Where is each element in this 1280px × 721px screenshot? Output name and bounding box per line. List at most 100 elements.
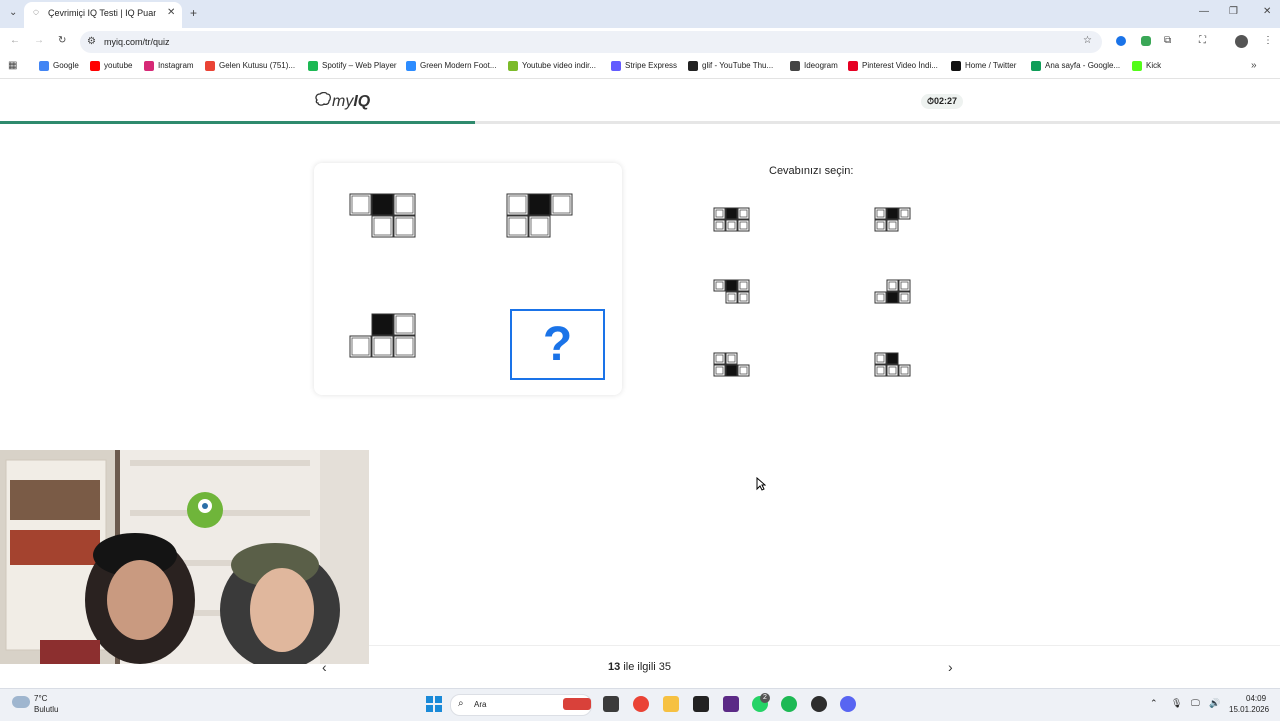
clock-date[interactable]: 15.01.2026 <box>1229 705 1269 714</box>
microphone-icon[interactable]: 🎙 <box>1171 698 1182 709</box>
logo-iq: IQ <box>353 93 371 110</box>
empty-cell <box>528 215 551 238</box>
weather-temp[interactable]: 7°C <box>34 694 47 703</box>
bookmark-item[interactable]: Gelen Kutusu (751)... <box>205 61 295 71</box>
search-label: Ara <box>474 700 487 709</box>
network-icon[interactable]: 🖵 <box>1191 698 1200 709</box>
extension-icon[interactable] <box>1141 36 1151 46</box>
discord-icon[interactable] <box>840 696 856 712</box>
bookmark-label: Home / Twitter <box>965 61 1017 71</box>
bookmark-label: Spotify – Web Player <box>322 61 397 71</box>
filled-cell <box>725 207 738 220</box>
new-tab-icon[interactable]: + <box>190 6 197 20</box>
bookmark-item[interactable]: Spotify – Web Player <box>308 61 397 71</box>
whatsapp-badge: 2 <box>760 693 770 703</box>
answer-option-2[interactable] <box>874 207 924 233</box>
address-bar[interactable] <box>80 31 1102 53</box>
capcut-icon[interactable] <box>693 696 709 712</box>
next-question-icon[interactable]: › <box>948 659 953 675</box>
more-menu-icon[interactable]: ⋮ <box>1263 35 1273 46</box>
more-bookmarks-icon[interactable]: » <box>1251 60 1257 71</box>
bookmark-item[interactable]: glif - YouTube Thu... <box>688 61 773 71</box>
bookmark-item[interactable]: Green Modern Foot... <box>406 61 496 71</box>
choose-answer-label: Cevabınızı seçin: <box>769 165 854 177</box>
windows-start-icon[interactable] <box>426 696 442 712</box>
total-questions: 35 <box>658 661 672 673</box>
tab-close-icon[interactable]: ✕ <box>167 7 175 18</box>
task-view-icon[interactable] <box>603 696 619 712</box>
webcam-overlay <box>0 450 369 664</box>
filled-cell <box>886 352 899 365</box>
premiere-icon[interactable] <box>723 696 739 712</box>
extension-icon[interactable] <box>1116 36 1126 46</box>
tab-list-icon[interactable]: ⌄ <box>9 7 17 18</box>
bookmark-item[interactable]: youtube <box>90 61 132 71</box>
obs-icon[interactable] <box>811 696 827 712</box>
bookmark-label: Pinterest Video İndi... <box>862 61 938 71</box>
bookmark-item[interactable]: Google <box>39 61 79 71</box>
bookmark-item[interactable]: Instagram <box>144 61 194 71</box>
chrome-icon[interactable] <box>633 696 649 712</box>
current-question: 13 <box>608 661 621 673</box>
bookmark-favicon-icon <box>611 61 621 71</box>
answer-option-3[interactable] <box>713 279 763 305</box>
minimize-icon[interactable]: — <box>1199 6 1209 17</box>
bookmark-label: Ideogram <box>804 61 838 71</box>
empty-cell <box>393 313 416 336</box>
window-close-icon[interactable]: ✕ <box>1263 6 1271 17</box>
bookmark-star-icon[interactable]: ☆ <box>1083 35 1092 46</box>
missing-cell: ? <box>510 309 605 380</box>
url-text[interactable]: myiq.com/tr/quiz <box>104 37 170 47</box>
extensions-puzzle-icon[interactable]: ⧉ <box>1164 35 1171 46</box>
tab-title: Çevrimiçi IQ Testi | IQ Puanınızı <box>48 8 156 18</box>
clock-time[interactable]: 04:09 <box>1246 694 1266 703</box>
empty-cell <box>349 335 372 358</box>
back-icon[interactable]: ← <box>10 35 20 46</box>
bookmark-favicon-icon <box>39 61 49 71</box>
bookmark-label: Google <box>53 61 79 71</box>
forward-icon[interactable]: → <box>34 35 44 46</box>
bookmark-favicon-icon <box>1031 61 1041 71</box>
answer-option-4[interactable] <box>874 279 924 305</box>
empty-cell <box>393 335 416 358</box>
bookmark-item[interactable]: Kick <box>1132 61 1161 71</box>
myiq-logo[interactable]: myIQ <box>314 91 371 111</box>
bookmark-favicon-icon <box>508 61 518 71</box>
bookmark-favicon-icon <box>688 61 698 71</box>
puzzle-figure-3 <box>349 313 416 358</box>
site-info-icon[interactable]: ⚙ <box>87 36 96 47</box>
filled-cell <box>371 313 394 336</box>
tray-overflow-icon[interactable]: ⌃ <box>1150 698 1158 709</box>
timer-value: 02:27 <box>934 96 958 106</box>
file-explorer-icon[interactable] <box>663 696 679 712</box>
restore-icon[interactable]: ❐ <box>1229 6 1238 17</box>
spotify-icon[interactable] <box>781 696 797 712</box>
filled-cell <box>886 291 899 304</box>
bookmark-label: youtube <box>104 61 133 71</box>
bookmark-item[interactable]: Pinterest Video İndi... <box>848 61 938 71</box>
empty-cell <box>393 193 416 216</box>
empty-cell <box>371 215 394 238</box>
weather-cloud-icon <box>12 696 30 708</box>
bookmark-item[interactable]: Youtube video indir... <box>508 61 596 71</box>
apps-grid-icon[interactable]: ▦ <box>8 60 17 71</box>
bookmark-item[interactable]: Home / Twitter <box>951 61 1016 71</box>
stopwatch-icon: ⏱ <box>927 96 935 106</box>
bookmark-label: Ana sayfa - Google... <box>1045 61 1121 71</box>
bookmark-item[interactable]: Ideogram <box>790 61 838 71</box>
bookmark-item[interactable]: Ana sayfa - Google... <box>1031 61 1120 71</box>
weather-desc[interactable]: Bulutlu <box>34 705 58 714</box>
bookmark-favicon-icon <box>1132 61 1142 71</box>
screenshot-icon[interactable]: ⛶ <box>1199 35 1206 46</box>
brain-icon <box>315 91 331 106</box>
puzzle-figure-2 <box>506 193 573 238</box>
volume-icon[interactable]: 🔊 <box>1209 698 1220 709</box>
answer-option-5[interactable] <box>713 352 763 378</box>
bookmark-item[interactable]: Stripe Express <box>611 61 677 71</box>
answer-option-6[interactable] <box>874 352 924 378</box>
profile-avatar[interactable] <box>1235 35 1248 48</box>
bookmark-favicon-icon <box>406 61 416 71</box>
search-icon: ⌕ <box>458 698 464 709</box>
answer-option-1[interactable] <box>713 207 763 233</box>
reload-icon[interactable]: ↻ <box>58 35 66 46</box>
